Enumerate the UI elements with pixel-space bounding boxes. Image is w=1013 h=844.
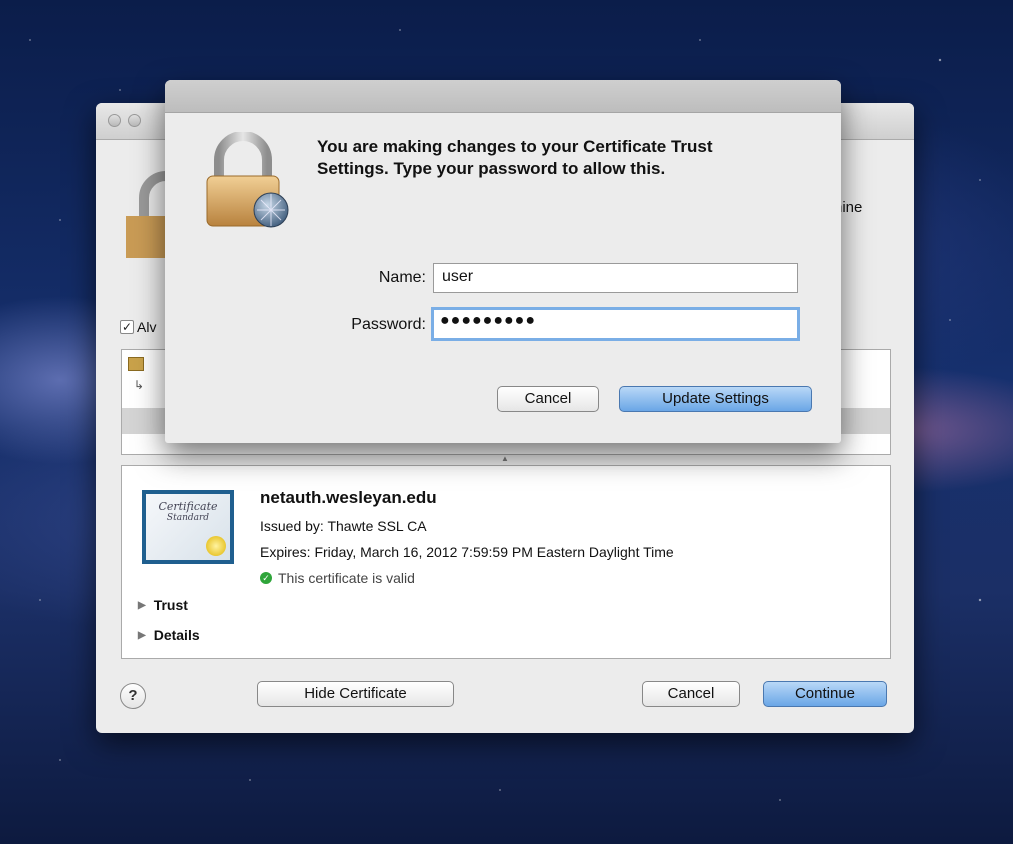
update-settings-button[interactable]: Update Settings [619,386,812,412]
details-disclosure-label: Details [153,627,200,643]
disclosure-triangle-icon: ▶ [138,599,146,611]
seal-icon [206,536,226,556]
dialog-titlebar [165,80,841,113]
certificate-icon [128,357,144,371]
disclosure-triangle-icon: ▶ [138,629,146,641]
trust-disclosure-label: Trust [153,597,188,613]
certificate-image-icon: Certificate Standard [142,490,234,564]
certificate-name: netauth.wesleyan.edu [260,488,437,507]
certificate-status: ✓ This certificate is valid [260,570,415,586]
minimize-window-button[interactable] [128,114,141,127]
certificate-image-title: Certificate [158,500,218,513]
split-view-handle[interactable]: ▲ [121,453,889,465]
authentication-dialog: You are making changes to your Certifica… [165,80,841,443]
checkmark-icon: ✓ [120,320,134,334]
certificate-detail-pane: Certificate Standard netauth.wesleyan.ed… [121,465,891,659]
authentication-message: You are making changes to your Certifica… [317,137,713,178]
checkmark-circle-icon: ✓ [260,572,272,584]
name-field[interactable]: user [433,263,798,293]
password-field[interactable]: ●●●●●●●●● [431,307,800,341]
cancel-button[interactable]: Cancel [642,681,740,707]
help-button[interactable]: ? [120,683,146,709]
trust-disclosure[interactable]: ▶ Trust [138,597,188,613]
password-label: Password: [351,316,426,333]
always-trust-label: Alv [137,319,157,335]
child-arrow-icon: ↳ [134,378,145,392]
certificate-image-subtitle: Standard [166,513,210,523]
continue-button[interactable]: Continue [763,681,887,707]
close-window-button[interactable] [108,114,121,127]
padlock-icon [206,132,289,228]
details-disclosure[interactable]: ▶ Details [138,627,200,643]
certificate-issuer: Issued by: Thawte SSL CA [260,518,427,534]
name-label: Name: [378,269,426,286]
certificate-expiry: Expires: Friday, March 16, 2012 7:59:59 … [260,544,674,560]
cancel-auth-button[interactable]: Cancel [497,386,599,412]
hide-certificate-button[interactable]: Hide Certificate [257,681,454,707]
always-trust-checkbox[interactable]: ✓ Alv [120,319,156,335]
lock-icon [126,171,166,258]
status-text: This certificate is valid [278,570,415,586]
